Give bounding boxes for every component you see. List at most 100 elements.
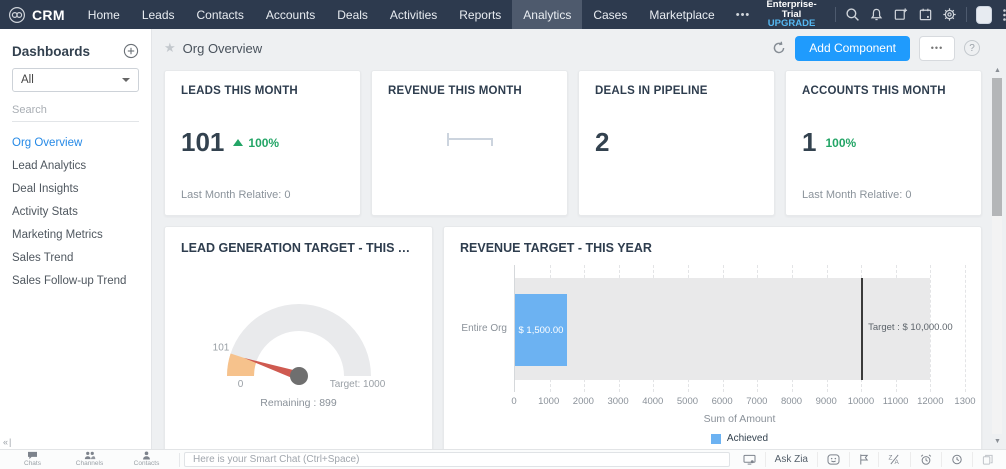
achieved-bar-label: $ 1,500.00 — [518, 324, 564, 336]
dashboard-header: ★ Org Overview Add Component ••• ? — [152, 29, 1006, 67]
zia-face-icon[interactable] — [817, 452, 849, 467]
bottom-chat-bar: Chats Channels Contacts Ask Zia — [0, 449, 1006, 469]
trend-up-icon — [233, 139, 244, 146]
nav-item-leads[interactable]: Leads — [131, 0, 186, 29]
scrollbar-thumb[interactable] — [992, 78, 1002, 216]
more-options-button[interactable]: ••• — [919, 35, 955, 61]
kpi-card-deals-in-pipeline[interactable]: DEALS IN PIPELINE 2 — [578, 70, 775, 216]
kpi-card-leads-this-month[interactable]: LEADS THIS MONTH 101 100% Last Month Rel… — [164, 70, 361, 216]
sidebar-item-lead-analytics[interactable]: Lead Analytics — [12, 154, 139, 177]
svg-text:A: A — [895, 459, 900, 465]
bar-chart-plot: $ 1,500.00 Target : $ 10,000.00 — [514, 265, 966, 392]
flag-icon[interactable] — [849, 452, 878, 467]
x-axis-ticks: 0 1000 2000 3000 4000 5000 6000 7000 8000 9000 100… — [511, 396, 975, 409]
chart-legend: Achieved — [514, 433, 965, 444]
search-icon[interactable] — [845, 6, 860, 23]
nav-item-accounts[interactable]: Accounts — [255, 0, 326, 29]
gauge-remaining-label: Remaining : 899 — [260, 397, 337, 409]
refresh-icon[interactable] — [772, 41, 786, 55]
nav-more-button[interactable]: ••• — [726, 9, 761, 21]
chats-button[interactable]: Chats — [4, 451, 61, 468]
apps-grid-icon[interactable] — [1001, 6, 1006, 23]
sidebar-item-marketing-metrics[interactable]: Marketing Metrics — [12, 223, 139, 246]
achieved-bar[interactable]: $ 1,500.00 — [515, 294, 567, 366]
dashboard-filter-value: All — [21, 74, 34, 86]
gridline — [965, 265, 966, 392]
divider — [179, 452, 180, 467]
main-area: ★ Org Overview Add Component ••• ? LEADS… — [152, 29, 1006, 449]
nav-item-cases[interactable]: Cases — [582, 0, 638, 29]
sidebar-item-sales-follow-up-trend[interactable]: Sales Follow-up Trend — [12, 269, 139, 292]
notifications-bell-icon[interactable] — [869, 6, 884, 23]
page-title: Org Overview — [182, 40, 263, 56]
x-axis-label: Sum of Amount — [703, 413, 776, 425]
alarm-icon[interactable] — [910, 452, 941, 467]
kpi-delta: 100% — [248, 135, 280, 150]
nav-item-marketplace[interactable]: Marketplace — [638, 0, 725, 29]
channels-button[interactable]: Channels — [61, 451, 118, 468]
settings-gear-icon[interactable] — [942, 6, 957, 23]
favorite-star-icon[interactable]: ★ — [164, 40, 176, 56]
help-icon[interactable]: ? — [964, 40, 980, 56]
divider — [834, 7, 836, 22]
target-line-label: Target : $ 10,000.00 — [868, 322, 953, 333]
brand[interactable]: CRM — [8, 6, 65, 24]
dashboard-search-input[interactable] — [12, 98, 139, 122]
brand-name: CRM — [32, 6, 65, 23]
kpi-value: 1 — [802, 127, 817, 157]
kpi-footer: Last Month Relative: 0 — [802, 189, 912, 201]
nav-item-analytics[interactable]: Analytics — [512, 0, 583, 29]
add-dashboard-icon[interactable] — [123, 43, 139, 59]
target-line — [861, 278, 864, 380]
add-component-button[interactable]: Add Component — [795, 35, 910, 61]
x-tick-label: 12000 — [917, 396, 944, 407]
sidebar-collapse-icon[interactable]: «| — [3, 437, 12, 447]
legend-swatch — [710, 433, 721, 444]
copy-icon[interactable] — [972, 452, 1002, 467]
sidebar-item-activity-stats[interactable]: Activity Stats — [12, 200, 139, 223]
upgrade-link[interactable]: UPGRADE — [760, 19, 823, 29]
translate-icon[interactable]: Z A — [878, 452, 910, 467]
topnav-right: Enterprise-Trial UPGRADE — [760, 0, 1006, 29]
presentation-monitor-icon[interactable] — [734, 452, 765, 467]
history-icon[interactable] — [941, 452, 972, 467]
chart-title: REVENUE TARGET - THIS YEAR — [460, 241, 652, 255]
x-tick-label: 10000 — [847, 396, 875, 407]
x-tick-label: 8000 — [780, 396, 803, 407]
ask-zia-button[interactable]: Ask Zia — [764, 452, 817, 467]
contacts-button[interactable]: Contacts — [118, 451, 175, 468]
dashboards-sidebar: Dashboards All Org OverviewLead Analytic… — [0, 29, 152, 449]
user-avatar[interactable] — [975, 5, 993, 24]
nav-item-home[interactable]: Home — [77, 0, 131, 29]
nav-item-activities[interactable]: Activities — [379, 0, 448, 29]
sidebar-item-deal-insights[interactable]: Deal Insights — [12, 177, 139, 200]
x-tick-label: 4000 — [642, 396, 664, 407]
kpi-title: DEALS IN PIPELINE — [595, 85, 708, 97]
scroll-up-arrow[interactable]: ▲ — [991, 67, 1004, 74]
plan-upgrade[interactable]: Enterprise-Trial UPGRADE — [760, 0, 823, 29]
legend-label: Achieved — [726, 433, 769, 444]
nav-item-deals[interactable]: Deals — [326, 0, 379, 29]
revenue-target-chart-card[interactable]: REVENUE TARGET - THIS YEAR Entire Org $ … — [443, 226, 982, 449]
compose-icon[interactable] — [893, 6, 908, 23]
scrollbar-track[interactable] — [992, 78, 1002, 434]
x-tick-label: 1300 — [954, 396, 976, 407]
dashboard-filter-select[interactable]: All — [12, 68, 139, 92]
nav-item-reports[interactable]: Reports — [448, 0, 512, 29]
kpi-card-accounts-this-month[interactable]: ACCOUNTS THIS MONTH 1 100% Last Month Re… — [785, 70, 982, 216]
sidebar-item-sales-trend[interactable]: Sales Trend — [12, 246, 139, 269]
scroll-down-arrow[interactable]: ▼ — [991, 438, 1004, 445]
gauge-chart-card[interactable]: LEAD GENERATION TARGET - THIS YE... 101 0… — [164, 226, 433, 449]
gauge-target-label: Target: 1000 — [329, 379, 385, 390]
kpi-title: LEADS THIS MONTH — [181, 85, 298, 97]
kpi-card-revenue-this-month[interactable]: REVENUE THIS MONTH — [371, 70, 568, 216]
calendar-icon[interactable] — [917, 6, 932, 23]
kpi-value: 2 — [595, 127, 610, 157]
kpi-delta: 100% — [825, 135, 857, 150]
sidebar-item-org-overview[interactable]: Org Overview — [12, 131, 139, 154]
kpi-title: ACCOUNTS THIS MONTH — [802, 85, 946, 97]
nav-item-contacts[interactable]: Contacts — [186, 0, 255, 29]
smart-chat-input[interactable] — [184, 452, 730, 467]
divider — [965, 7, 967, 22]
gauge-hub — [289, 367, 308, 385]
